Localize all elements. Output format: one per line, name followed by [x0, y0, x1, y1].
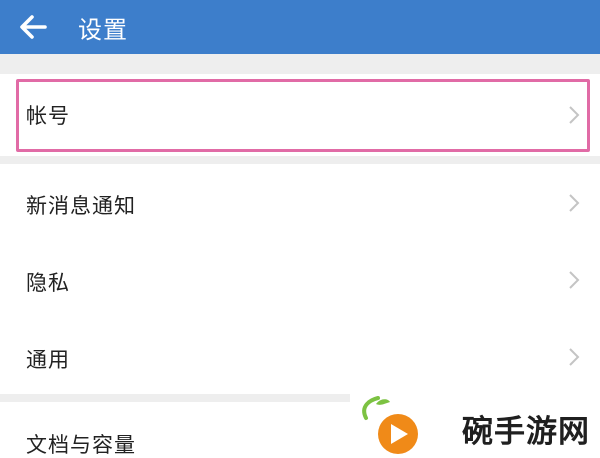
chevron-right-icon	[569, 194, 580, 212]
title-bar: 设置	[0, 0, 600, 54]
orange-play-logo	[362, 396, 418, 454]
settings-item-notifications[interactable]: 新消息通知	[0, 164, 600, 242]
settings-group-main: 新消息通知 隐私 通用	[0, 164, 600, 394]
settings-item-label: 新消息通知	[26, 194, 136, 218]
chevron-right-icon	[569, 271, 580, 289]
chevron-right-icon	[569, 348, 580, 366]
settings-item-label: 隐私	[26, 271, 70, 295]
settings-screen: 设置 帐号 新消息通知 隐私 通用 文档与容量 碗手游网	[0, 0, 600, 458]
arrow-left-icon	[20, 15, 47, 39]
page-title: 设置	[78, 15, 128, 44]
settings-item-general[interactable]: 通用	[0, 318, 600, 394]
watermark: 碗手游网	[350, 392, 600, 458]
settings-item-label: 文档与容量	[26, 433, 136, 457]
watermark-text: 碗手游网	[462, 414, 590, 450]
back-button[interactable]	[2, 0, 64, 54]
settings-item-privacy[interactable]: 隐私	[0, 242, 600, 318]
highlight-box	[16, 79, 590, 152]
settings-item-label: 通用	[26, 348, 70, 372]
